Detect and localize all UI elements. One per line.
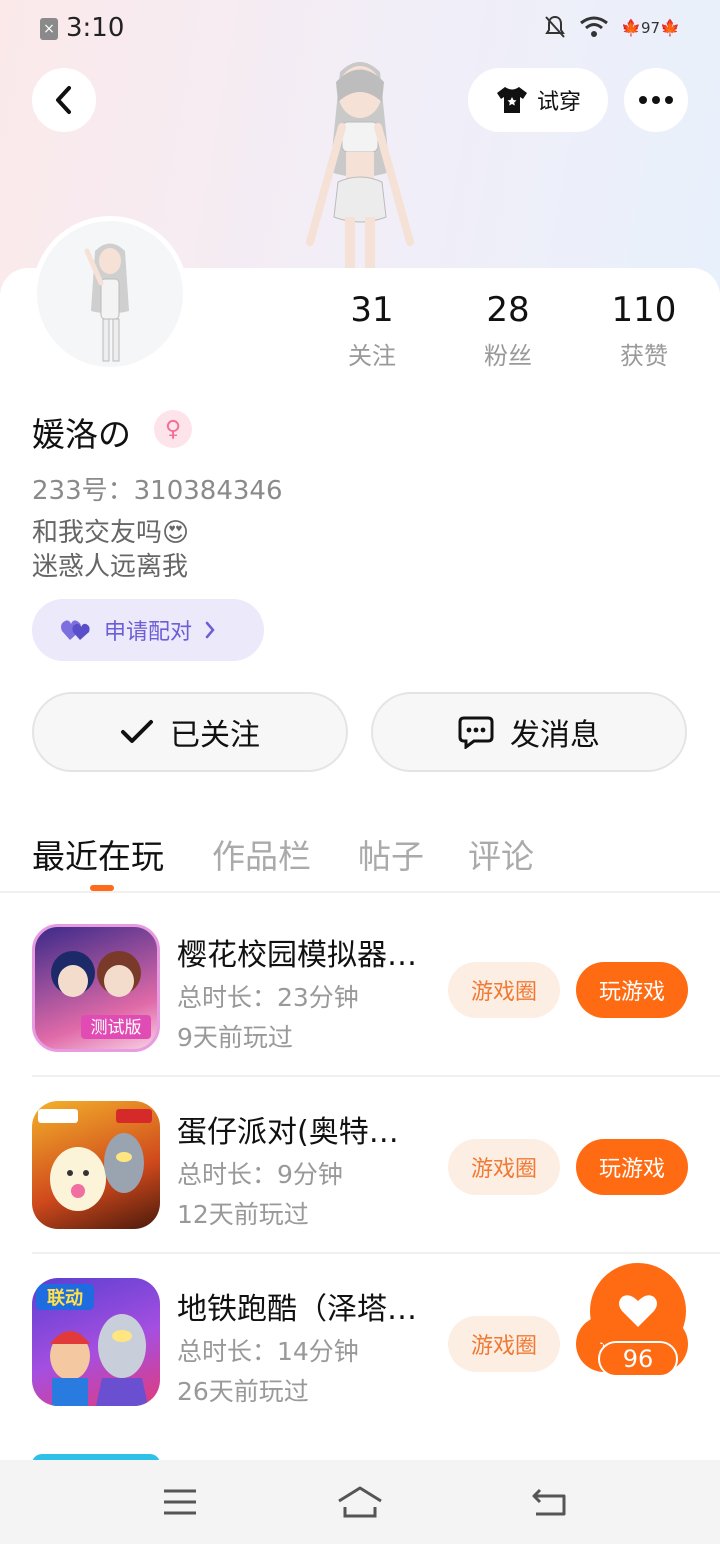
nav-menu-button[interactable]	[150, 1478, 210, 1526]
send-message-button[interactable]: 发消息	[371, 692, 687, 772]
game-last-played: 26天前玩过	[177, 1377, 309, 1406]
checkmark-icon	[121, 720, 153, 743]
notification-icon: ×	[40, 18, 58, 40]
followers-stat[interactable]: 28 粉丝	[448, 290, 568, 371]
tshirt-icon	[496, 87, 527, 113]
followed-button[interactable]: 已关注	[32, 692, 348, 772]
username: 媛洛の	[32, 415, 131, 454]
chevron-left-icon	[56, 86, 71, 114]
likes-stat[interactable]: 110 获赞	[584, 290, 704, 371]
battery-leaf-icon: 🍁	[660, 17, 680, 37]
game-duration: 总时长：9分钟	[177, 1160, 343, 1189]
game-duration: 总时长：23分钟	[177, 983, 359, 1012]
more-dots-icon	[639, 96, 673, 104]
nav-home-button[interactable]	[330, 1478, 390, 1526]
game-duration: 总时长：14分钟	[177, 1337, 359, 1366]
game-icon-sakura-school: 测试版	[32, 924, 160, 1052]
request-pair-button[interactable]: 申请配对	[32, 599, 264, 661]
game-icon-subway-surfers: 联动	[32, 1278, 160, 1406]
floating-like-button[interactable]: 96	[590, 1263, 686, 1379]
battery-level: 97	[640, 18, 661, 37]
back-button[interactable]	[32, 68, 96, 132]
female-gender-icon: ♀	[154, 410, 192, 448]
avatar[interactable]	[32, 216, 188, 372]
tab-recently-played[interactable]: 最近在玩	[32, 830, 164, 878]
play-game-button[interactable]: 玩游戏	[576, 1139, 688, 1195]
game-last-played: 9天前玩过	[177, 1023, 293, 1052]
following-count: 31	[350, 290, 394, 330]
wifi-icon	[580, 16, 608, 37]
followed-label: 已关注	[170, 718, 260, 753]
avatar-character-figure	[84, 243, 129, 362]
collab-badge: 联动	[47, 1288, 83, 1309]
user-id: 233号：310384346	[32, 476, 283, 506]
send-message-label: 发消息	[510, 718, 600, 753]
status-icons: 🍁97🍁	[543, 14, 680, 40]
following-label: 关注	[348, 342, 396, 370]
game-circle-button[interactable]: 游戏圈	[448, 1316, 560, 1372]
bio-line: 和我交友吗😍	[32, 518, 190, 548]
game-name: 樱花校园模拟器…	[177, 938, 417, 973]
game-list-item[interactable]: 蛋仔派对(奥特… 总时长：9分钟 12天前玩过 游戏圈 玩游戏	[0, 1077, 720, 1254]
game-list-item[interactable]: 测试版 樱花校园模拟器… 总时长：23分钟 9天前玩过 游戏圈 玩游戏	[0, 900, 720, 1077]
tab-works[interactable]: 作品栏	[212, 830, 311, 878]
bio: 和我交友吗😍 迷惑人远离我	[32, 516, 189, 584]
double-heart-icon	[61, 620, 90, 640]
menu-icon	[164, 1489, 196, 1515]
tab-posts[interactable]: 帖子	[358, 830, 424, 878]
heart-icon	[619, 1295, 657, 1327]
nav-back-button[interactable]	[520, 1478, 580, 1526]
system-nav-bar	[0, 1460, 720, 1544]
battery-indicator: 🍁97🍁	[621, 18, 680, 37]
likes-count: 110	[611, 290, 677, 330]
home-icon	[338, 1486, 382, 1518]
followers-count: 28	[486, 290, 530, 330]
hero-character-figure	[306, 62, 414, 272]
followers-label: 粉丝	[484, 342, 532, 370]
game-circle-button[interactable]: 游戏圈	[448, 1139, 560, 1195]
chevron-right-icon	[205, 621, 215, 639]
status-bar: × 3:10 🍁97🍁	[0, 0, 720, 58]
tab-comments[interactable]: 评论	[468, 830, 534, 878]
play-game-button[interactable]: 玩游戏	[576, 962, 688, 1018]
mute-bell-icon	[545, 15, 565, 38]
request-pair-label: 申请配对	[104, 620, 193, 645]
like-count: 96	[598, 1341, 678, 1377]
game-last-played: 12天前玩过	[177, 1200, 309, 1229]
try-on-label: 试穿	[536, 90, 581, 115]
game-name: 地铁跑酷（泽塔…	[177, 1292, 417, 1327]
tab-divider	[0, 891, 720, 893]
likes-label: 获赞	[620, 342, 668, 370]
following-stat[interactable]: 31 关注	[312, 290, 432, 371]
back-arrow-icon	[532, 1488, 566, 1516]
more-options-button[interactable]	[624, 68, 688, 132]
try-on-button[interactable]: 试穿	[468, 68, 608, 132]
test-version-badge: 测试版	[91, 1018, 142, 1038]
bio-line: 迷惑人远离我	[32, 552, 189, 582]
chat-bubble-icon	[458, 716, 494, 749]
battery-leaf-icon: 🍁	[621, 17, 641, 37]
game-name: 蛋仔派对(奥特…	[177, 1115, 399, 1150]
status-time: 3:10	[66, 13, 125, 43]
game-icon-eggy-party	[32, 1101, 160, 1229]
game-circle-button[interactable]: 游戏圈	[448, 962, 560, 1018]
profile-tabs: 最近在玩 作品栏 帖子 评论	[0, 820, 720, 892]
